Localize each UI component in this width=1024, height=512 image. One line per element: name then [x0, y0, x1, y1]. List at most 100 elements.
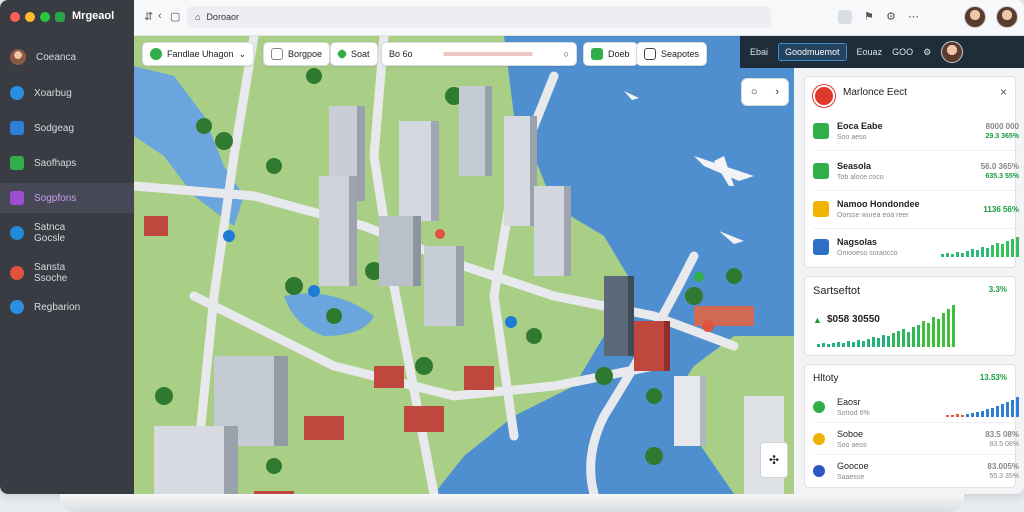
history-percent: 13.53% [979, 373, 1007, 382]
status-dot-icon [813, 465, 825, 477]
layer-icon [336, 48, 348, 60]
list-item[interactable]: Eaosr Sotrod 6% [813, 393, 1021, 423]
sidebar-toggle-icon[interactable]: ⇵ [144, 10, 153, 23]
tab-eouaz[interactable]: Eouaz [857, 47, 883, 57]
window-controls [10, 12, 65, 22]
sidebar-item-label: Regbarion [34, 301, 81, 313]
back-icon[interactable]: ‹ [158, 10, 162, 22]
search-text: Bo 6o [389, 49, 413, 59]
sidebar-item-maps[interactable]: Saofhaps [0, 148, 134, 178]
sidebar-item-explore[interactable]: Xoarbug [0, 78, 134, 108]
directions-button[interactable]: Doeb [583, 42, 638, 66]
filter-button[interactable]: Borgpoe [263, 42, 331, 66]
status-dot-icon [813, 433, 825, 445]
app-logo-icon [55, 12, 65, 22]
sparkline [946, 397, 1019, 417]
minimize-window-button[interactable] [25, 12, 35, 22]
grid-icon [10, 191, 24, 205]
tab-dashboard[interactable]: Goodmuemot [778, 43, 847, 61]
share-label: Seapotes [661, 49, 700, 59]
category-icon [813, 163, 829, 179]
layer-button[interactable]: Soat [330, 42, 378, 66]
map-illustration [134, 36, 794, 494]
pin-logo-icon [813, 85, 835, 107]
search-progress [443, 52, 534, 56]
user-avatar-icon [10, 49, 26, 65]
compass-button[interactable]: ✣ [760, 442, 788, 478]
tabs-icon[interactable]: ▢ [170, 10, 180, 23]
sidebar-item-profile[interactable]: Coeanca [0, 42, 134, 72]
stat-percent: 3.3% [988, 285, 1007, 294]
map-search-input[interactable]: Bo 6o ○ [381, 42, 577, 66]
extension-icon[interactable] [838, 10, 852, 24]
sparkline [941, 235, 1019, 257]
settings-icon[interactable]: ⚙ [923, 47, 931, 58]
sidebar-item-regions[interactable]: Sogpfons [0, 183, 134, 213]
globe-icon [10, 86, 24, 100]
table-row[interactable]: Nagsolas Omooeso soraocco [813, 233, 1021, 267]
right-panel-header: Ebai Goodmuemot Eouaz GOO ⚙ [740, 36, 1024, 68]
map-zoom-controls[interactable]: ○ › [741, 78, 789, 106]
layer-label: Soat [351, 49, 370, 59]
tab-goo[interactable]: GOO [892, 47, 913, 57]
sidebar-item-label: Sogpfons [34, 192, 77, 204]
target-icon [10, 266, 24, 280]
chevron-down-icon: ⌄ [238, 48, 247, 59]
category-icon [813, 201, 829, 217]
layers-icon [10, 121, 24, 135]
sidebar-item-navigation[interactable]: Satnca Gocsle [0, 216, 134, 250]
summary-card: Marlonce Eect × Eoca Eabe Soo aeso 8000 … [804, 76, 1021, 268]
zoom-window-button[interactable] [40, 12, 50, 22]
region-selector[interactable]: Fandlae Uhagon ⌄ [142, 42, 255, 66]
user-avatar[interactable] [964, 6, 986, 28]
table-row[interactable]: Eoca Eabe Soo aeso 8000 000 29.3 365% [813, 117, 1021, 151]
settings-icon[interactable]: ⚙ [886, 10, 896, 23]
right-panel: Marlonce Eect × Eoca Eabe Soo aeso 8000 … [794, 68, 1024, 494]
tab-ebai[interactable]: Ebai [750, 47, 768, 57]
compass-icon [10, 226, 24, 240]
panel-avatar[interactable] [941, 41, 964, 63]
list-item[interactable]: Goocoe Saaesse 83.005% 55.3 35% [813, 457, 1021, 487]
menu-icon[interactable]: ⋯ [908, 10, 919, 23]
app-window: Mrgeaol Coeanca Xoarbug Sodgeag Saofhaps… [0, 0, 1024, 494]
close-window-button[interactable] [10, 12, 20, 22]
table-row[interactable]: Namoo Hondondee Oorsse wurea eoa reer 11… [813, 195, 1021, 229]
status-dot-icon [813, 401, 825, 413]
share-icon [644, 48, 656, 60]
category-icon [813, 123, 829, 139]
sidebar: Mrgeaol Coeanca Xoarbug Sodgeag Saofhaps… [0, 0, 134, 494]
stat-title: Sartseftot [813, 285, 861, 297]
collaborator-avatar[interactable] [996, 6, 1018, 28]
sidebar-item-label: Xoarbug [34, 87, 72, 99]
flag-icon[interactable]: ⚑ [864, 10, 874, 23]
sidebar-item-label: Sansta Ssoche [34, 262, 68, 284]
directions-label: Doeb [608, 49, 630, 59]
map-canvas[interactable] [134, 36, 794, 494]
locate-icon[interactable]: ○ [751, 86, 758, 98]
search-icon: ○ [563, 49, 569, 59]
sidebar-item-label: Saofhaps [34, 157, 77, 169]
filter-label: Borgpoe [288, 49, 323, 59]
filter-icon [271, 48, 283, 60]
chevron-right-icon[interactable]: › [775, 86, 779, 98]
share-button[interactable]: Seapotes [636, 42, 708, 66]
sidebar-item-label: Coeanca [36, 51, 77, 63]
sidebar-item-label: Sodgeag [34, 122, 75, 134]
table-row[interactable]: Seasola Tob aloce coco 56.0 365% 635.3 5… [813, 157, 1021, 191]
list-item[interactable]: Soboe Soo aeos 83.5 08% 83.5 08% [813, 425, 1021, 455]
sidebar-item-targets[interactable]: Sansta Ssoche [0, 256, 134, 290]
bookmark-icon [10, 300, 24, 314]
sidebar-item-saved[interactable]: Regbarion [0, 292, 134, 322]
url-text: Doroaor [206, 12, 239, 22]
region-label: Fandlae Uhagon [167, 49, 234, 59]
top-bar: ⇵ ‹ ▢ ⌂ Doroaor ⚑ ⚙ ⋯ [134, 0, 1024, 36]
lock-icon: ⌂ [195, 12, 201, 22]
close-icon[interactable]: × [1000, 85, 1007, 99]
url-bar[interactable]: ⌂ Doroaor [187, 6, 771, 28]
sidebar-item-layers[interactable]: Sodgeag [0, 113, 134, 143]
stat-bar-chart [817, 301, 955, 347]
history-title: Hltoty [813, 373, 839, 384]
directions-icon [591, 48, 603, 60]
stat-card: Sartseftot 3.3% ▲ $058 30550 [804, 276, 1016, 356]
category-icon [813, 239, 829, 255]
